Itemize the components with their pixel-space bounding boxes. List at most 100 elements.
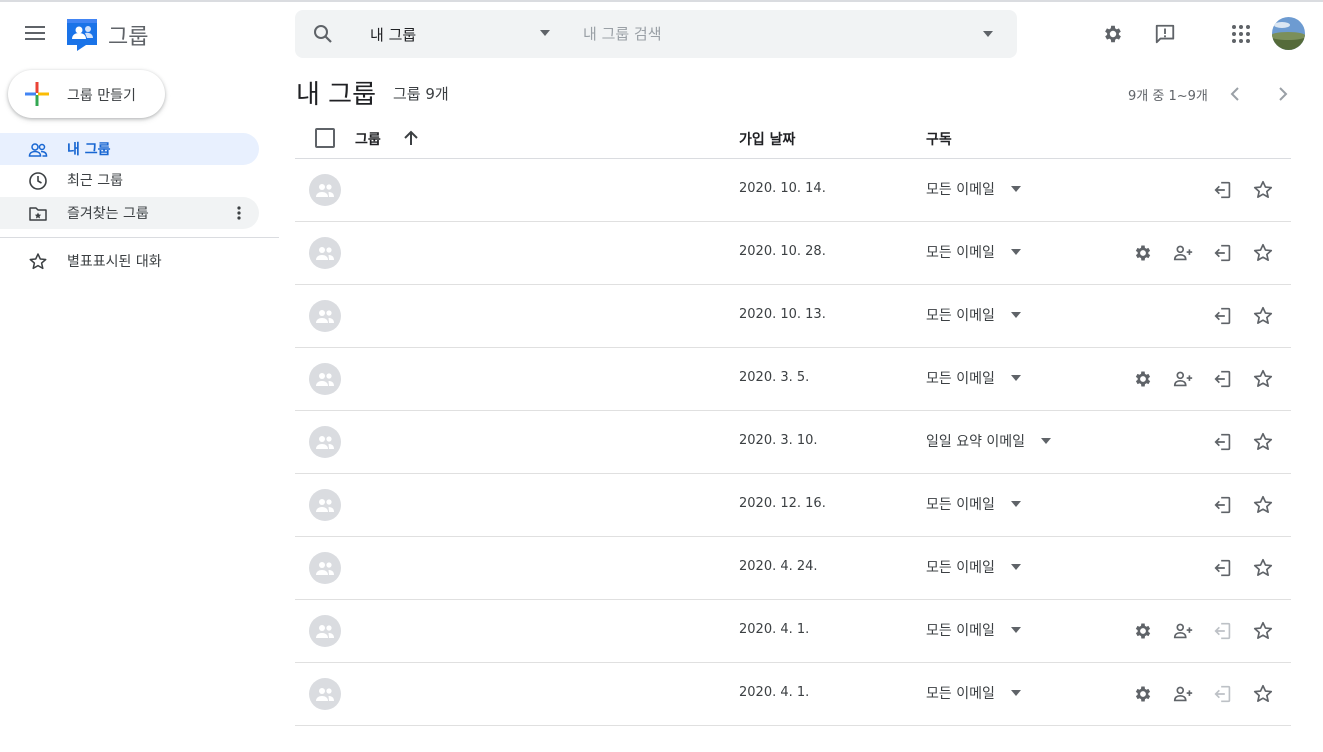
feedback-button[interactable] [1150,19,1180,49]
leave-group-button[interactable] [1211,493,1235,517]
subscription-select[interactable]: 모든 이메일 [926,556,1021,578]
column-header-date[interactable]: 가입 날짜 [739,129,795,149]
leave-group-button[interactable] [1211,430,1235,454]
column-header-group[interactable]: 그룹 [355,129,381,149]
leave-icon [1214,181,1231,199]
account-avatar[interactable] [1272,17,1305,50]
add-member-button[interactable] [1171,682,1195,706]
column-header-subscription: 구독 [926,132,952,148]
subscription-select[interactable]: 일일 요약 이메일 [926,430,1052,452]
leave-group-button[interactable] [1211,178,1235,202]
more-vert-icon[interactable] [231,203,247,223]
top-border [0,0,1323,2]
clock-icon [29,172,47,190]
table-row[interactable]: 2020. 4. 1. 모든 이메일 [295,663,1291,726]
subscription-label: 일일 요약 이메일 [926,434,1026,450]
group-avatar [309,363,341,395]
star-group-button[interactable] [1251,430,1275,454]
subscription-select[interactable]: 모든 이메일 [926,304,1021,326]
table-row[interactable]: 2020. 10. 14. 모든 이메일 [295,159,1291,222]
group-avatar [309,237,341,269]
table-row[interactable]: 2020. 4. 1. 모든 이메일 [295,600,1291,663]
star-group-button[interactable] [1251,241,1275,265]
chevron-right-icon [1279,87,1288,101]
dropdown-icon [1010,375,1021,381]
star-group-button[interactable] [1251,682,1275,706]
select-all-checkbox[interactable] [315,128,335,148]
create-group-label: 그룹 만들기 [67,88,136,104]
add-member-icon [1173,686,1193,702]
sidebar-item-recent-groups[interactable]: 최근 그룹 [0,164,259,196]
leave-icon [1214,496,1231,514]
table-row[interactable]: 2020. 12. 16. 모든 이메일 [295,474,1291,537]
table-row[interactable]: 2020. 10. 13. 모든 이메일 [295,285,1291,348]
group-count: 그룹 9개 [393,85,449,103]
sidebar-item-starred-conversations[interactable]: 별표표시된 대화 [0,245,259,277]
subscription-select[interactable]: 모든 이메일 [926,493,1021,515]
group-avatar-icon [316,436,334,449]
star-group-button[interactable] [1251,619,1275,643]
leave-group-button[interactable] [1211,241,1235,265]
dropdown-icon [1010,186,1021,192]
table-row[interactable]: 2020. 3. 5. 모든 이메일 [295,348,1291,411]
create-group-button[interactable]: 그룹 만들기 [8,70,165,118]
scope-dropdown-icon[interactable] [540,30,550,36]
star-folder-icon [29,207,47,221]
prev-page-button[interactable] [1223,82,1247,106]
star-group-button[interactable] [1251,304,1275,328]
star-icon [1253,495,1273,513]
subscription-label: 모든 이메일 [926,497,995,513]
subscription-label: 모든 이메일 [926,308,995,324]
search-scope-label[interactable]: 내 그룹 [370,24,416,45]
sidebar-item-favorite-groups[interactable]: 즐겨찾는 그룹 [0,197,259,229]
leave-group-button[interactable] [1211,556,1235,580]
apps-button[interactable] [1226,19,1256,49]
subscription-label: 모든 이메일 [926,623,995,639]
arrow-up-icon[interactable] [401,128,421,148]
leave-group-button[interactable] [1211,367,1235,391]
dropdown-icon [1010,312,1021,318]
star-group-button[interactable] [1251,493,1275,517]
sidebar-item-my-groups[interactable]: 내 그룹 [0,133,259,165]
table-row[interactable]: 2020. 3. 10. 일일 요약 이메일 [295,411,1291,474]
star-group-button[interactable] [1251,178,1275,202]
star-icon [1253,369,1273,387]
group-settings-button[interactable] [1131,367,1155,391]
group-avatar [309,615,341,647]
search-bar: 내 그룹 [295,10,1017,58]
group-settings-button[interactable] [1131,241,1155,265]
group-avatar-icon [316,625,334,638]
search-icon[interactable] [311,22,335,46]
group-avatar [309,489,341,521]
subscription-select[interactable]: 모든 이메일 [926,619,1021,641]
next-page-button[interactable] [1271,82,1295,106]
pagination-label: 9개 중 1~9개 [1128,89,1208,104]
star-group-button[interactable] [1251,367,1275,391]
group-avatar [309,174,341,206]
add-member-button[interactable] [1171,241,1195,265]
add-member-button[interactable] [1171,367,1195,391]
groups-logo[interactable] [65,16,101,52]
subscription-select[interactable]: 모든 이메일 [926,241,1021,263]
leave-group-button[interactable] [1211,304,1235,328]
add-member-icon [1173,371,1193,387]
add-member-button[interactable] [1171,619,1195,643]
subscription-select[interactable]: 모든 이메일 [926,682,1021,704]
subscription-select[interactable]: 모든 이메일 [926,178,1021,200]
table-row[interactable]: 2020. 10. 28. 모든 이메일 [295,222,1291,285]
subscription-select[interactable]: 모든 이메일 [926,367,1021,389]
main-menu-button[interactable] [18,16,52,50]
search-input[interactable] [583,22,963,46]
apps-icon [1232,25,1250,43]
star-group-button[interactable] [1251,556,1275,580]
group-settings-button[interactable] [1131,619,1155,643]
star-icon [1253,432,1273,450]
group-settings-button[interactable] [1131,682,1155,706]
table-row[interactable]: 2020. 4. 24. 모든 이메일 [295,537,1291,600]
search-options-icon[interactable] [983,31,993,37]
group-avatar-icon [316,373,334,386]
group-avatar-icon [316,184,334,197]
settings-button[interactable] [1098,19,1128,49]
group-avatar-icon [316,499,334,512]
subscription-label: 모든 이메일 [926,686,995,702]
